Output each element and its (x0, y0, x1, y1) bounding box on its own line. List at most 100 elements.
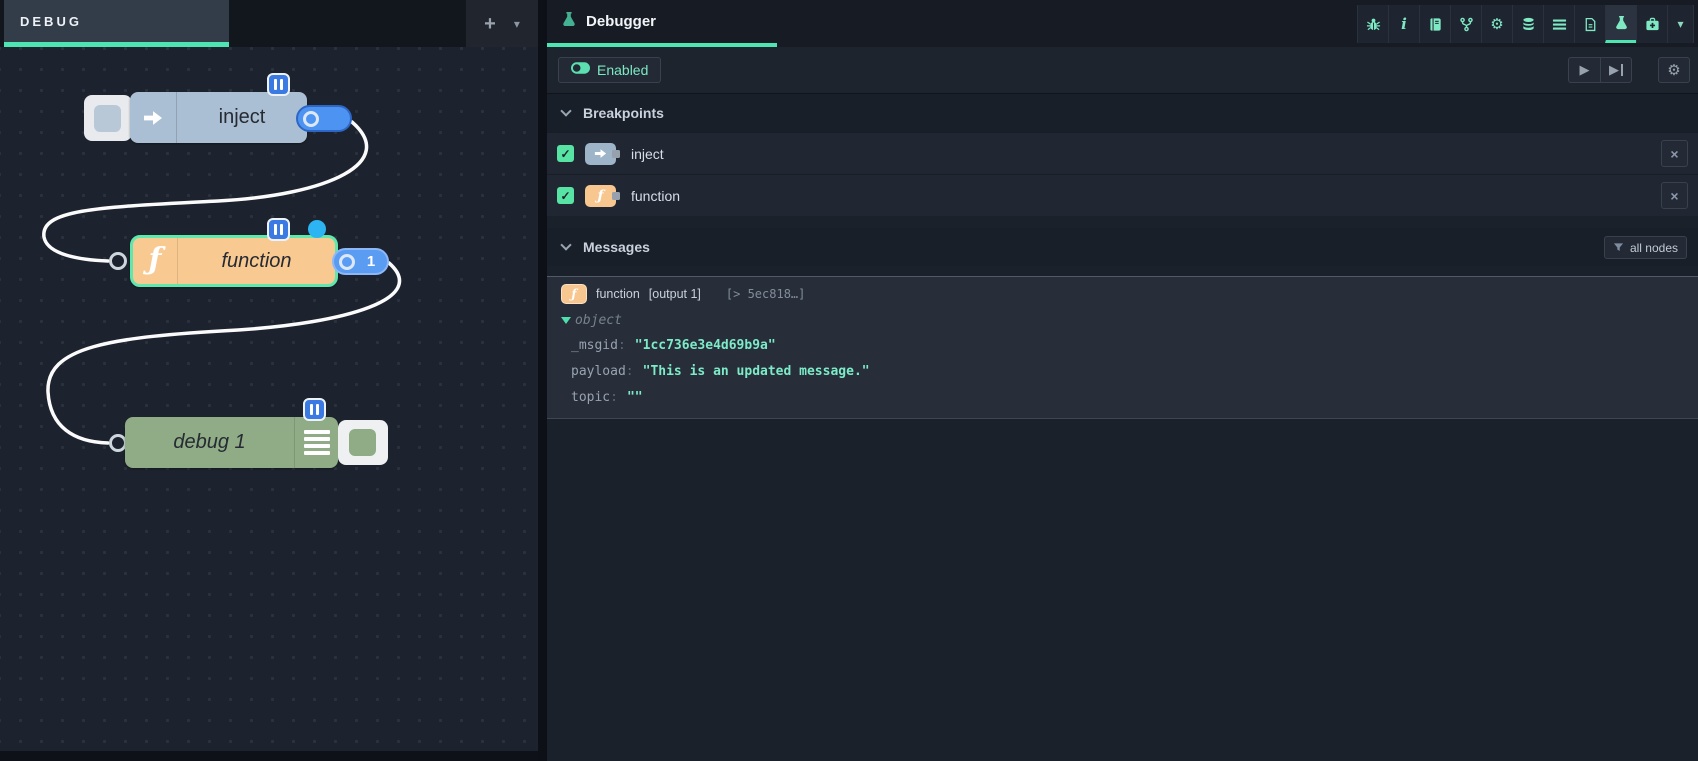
debugger-panel-header: Debugger i ⚙ (547, 0, 1698, 47)
message-source: function (596, 287, 640, 301)
breakpoints-title: Breakpoints (583, 105, 664, 121)
inject-trigger-inner (94, 105, 121, 132)
flow-tab-actions: + ▾ (466, 0, 538, 47)
debug-breakpoint-pause-icon[interactable] (303, 398, 326, 421)
filter-label: all nodes (1630, 241, 1678, 255)
breakpoint-checkbox-inject[interactable]: ✓ (557, 145, 574, 162)
field-key: topic (571, 390, 627, 405)
inject-output-port-ring (303, 111, 319, 127)
message-output: [output 1] (649, 287, 701, 301)
breakpoint-label: function (631, 188, 680, 204)
function-input-port[interactable] (109, 252, 127, 270)
resume-button[interactable]: ▶ (1568, 57, 1600, 83)
flow-editor: DEBUG + ▾ inject (0, 0, 538, 761)
debug-list-icon (294, 417, 338, 468)
inject-breakpoint-pause-icon[interactable] (267, 73, 290, 96)
node-debug[interactable]: debug 1 (125, 417, 338, 468)
breakpoint-checkbox-function[interactable]: ✓ (557, 187, 574, 204)
enabled-toggle-button[interactable]: Enabled (558, 57, 661, 83)
chevron-down-icon (560, 239, 571, 250)
sidebar-menu-caret[interactable]: ▾ (1667, 5, 1694, 43)
debugger-tab[interactable]: Debugger (547, 0, 777, 47)
field-value: "1cc736e3e4d69b9a" (635, 338, 776, 353)
function-mini-node-icon: ƒ (561, 284, 587, 304)
function-breakpoint-pause-icon[interactable] (267, 218, 290, 241)
messages-section-header[interactable]: Messages all nodes (547, 228, 1698, 266)
field-value: "" (627, 390, 643, 405)
debug-toggle-button[interactable] (338, 420, 388, 465)
inject-trigger-button[interactable] (84, 95, 132, 141)
message-body: object _msgid "1cc736e3e4d69b9a" payload… (547, 308, 1698, 410)
first-aid-icon[interactable] (1636, 5, 1667, 43)
file-icon[interactable] (1574, 5, 1605, 43)
flow-menu-caret[interactable]: ▾ (514, 17, 520, 31)
enabled-label: Enabled (597, 62, 648, 78)
flow-tab-bar: DEBUG + ▾ (0, 0, 538, 47)
bug-icon[interactable] (1357, 5, 1388, 43)
sidebar-icon-strip: i ⚙ (1357, 5, 1694, 43)
function-paused-count: 1 (355, 253, 387, 270)
toggle-on-icon (571, 61, 590, 79)
remove-breakpoint-button[interactable]: × (1661, 140, 1688, 167)
message-field-payload: payload "This is an updated message." (561, 358, 1698, 384)
breakpoint-row-inject[interactable]: ✓ inject × (547, 132, 1698, 174)
debugger-panel: Debugger i ⚙ (547, 0, 1698, 761)
object-expander[interactable]: object (561, 308, 1698, 332)
chevron-down-icon (560, 105, 571, 116)
node-inject[interactable]: inject (130, 92, 307, 143)
message-msgid-ref: [> 5ec818…] (726, 287, 805, 301)
messages-title: Messages (583, 239, 650, 255)
inject-mini-node-icon (585, 143, 616, 165)
breakpoints-section-header[interactable]: Breakpoints (547, 94, 1698, 132)
tab-debug-flow[interactable]: DEBUG (4, 0, 229, 47)
inject-output-paused-indicator[interactable] (296, 105, 352, 132)
inject-node-label: inject (177, 92, 307, 143)
canvas-footer (0, 751, 538, 761)
function-mini-node-icon: ƒ (585, 185, 616, 207)
step-button[interactable]: ▶ (1600, 57, 1632, 83)
add-flow-button[interactable]: + (484, 14, 496, 34)
breakpoint-row-function[interactable]: ✓ ƒ function × (547, 174, 1698, 216)
flow-canvas[interactable]: inject ƒ function 1 debug 1 (0, 47, 538, 751)
git-branch-icon[interactable] (1450, 5, 1481, 43)
function-node-label: function (178, 238, 335, 284)
field-value: "This is an updated message." (643, 364, 870, 379)
book-icon[interactable] (1419, 5, 1450, 43)
wire-function-to-debug[interactable] (48, 263, 400, 443)
debug-message: ƒ function [output 1] [> 5ec818…] object… (547, 276, 1698, 419)
panel-title: Debugger (586, 13, 656, 30)
gear-icon[interactable]: ⚙ (1481, 5, 1512, 43)
field-key: payload (571, 364, 643, 379)
flow-tab-label: DEBUG (20, 14, 82, 29)
database-icon[interactable] (1512, 5, 1543, 43)
message-field-topic: topic "" (561, 384, 1698, 410)
object-type-label: object (575, 313, 622, 328)
message-header[interactable]: ƒ function [output 1] [> 5ec818…] (547, 277, 1698, 308)
function-f-icon: ƒ (133, 238, 178, 284)
wires-layer (0, 47, 538, 751)
debugger-settings-button[interactable]: ⚙ (1658, 57, 1690, 83)
debugger-toolbar: Enabled ▶ ▶ ⚙ (547, 47, 1698, 94)
debugger-controls: ▶ ▶ ⚙ (1568, 57, 1690, 83)
debug-toggle-inner (349, 429, 376, 456)
function-status-dot (308, 220, 326, 238)
expand-triangle-icon (561, 317, 571, 324)
breakpoint-label: inject (631, 146, 664, 162)
flask-debugger-icon[interactable] (1605, 5, 1636, 43)
node-function[interactable]: ƒ function (130, 235, 338, 287)
function-output-port-ring (339, 254, 355, 270)
message-filter-button[interactable]: all nodes (1604, 236, 1687, 259)
info-icon[interactable]: i (1388, 5, 1419, 43)
inject-arrow-icon (130, 92, 177, 143)
flask-icon (561, 11, 577, 32)
remove-breakpoint-button[interactable]: × (1661, 182, 1688, 209)
step-bar-icon (1621, 64, 1624, 76)
panel-splitter[interactable] (538, 0, 547, 761)
node-red-app: DEBUG + ▾ inject (0, 0, 1698, 761)
list-icon[interactable] (1543, 5, 1574, 43)
function-output-paused-indicator[interactable]: 1 (332, 248, 389, 275)
filter-funnel-icon (1613, 242, 1624, 253)
message-field-msgid: _msgid "1cc736e3e4d69b9a" (561, 332, 1698, 358)
debug-node-label: debug 1 (125, 417, 294, 468)
field-key: _msgid (571, 338, 635, 353)
